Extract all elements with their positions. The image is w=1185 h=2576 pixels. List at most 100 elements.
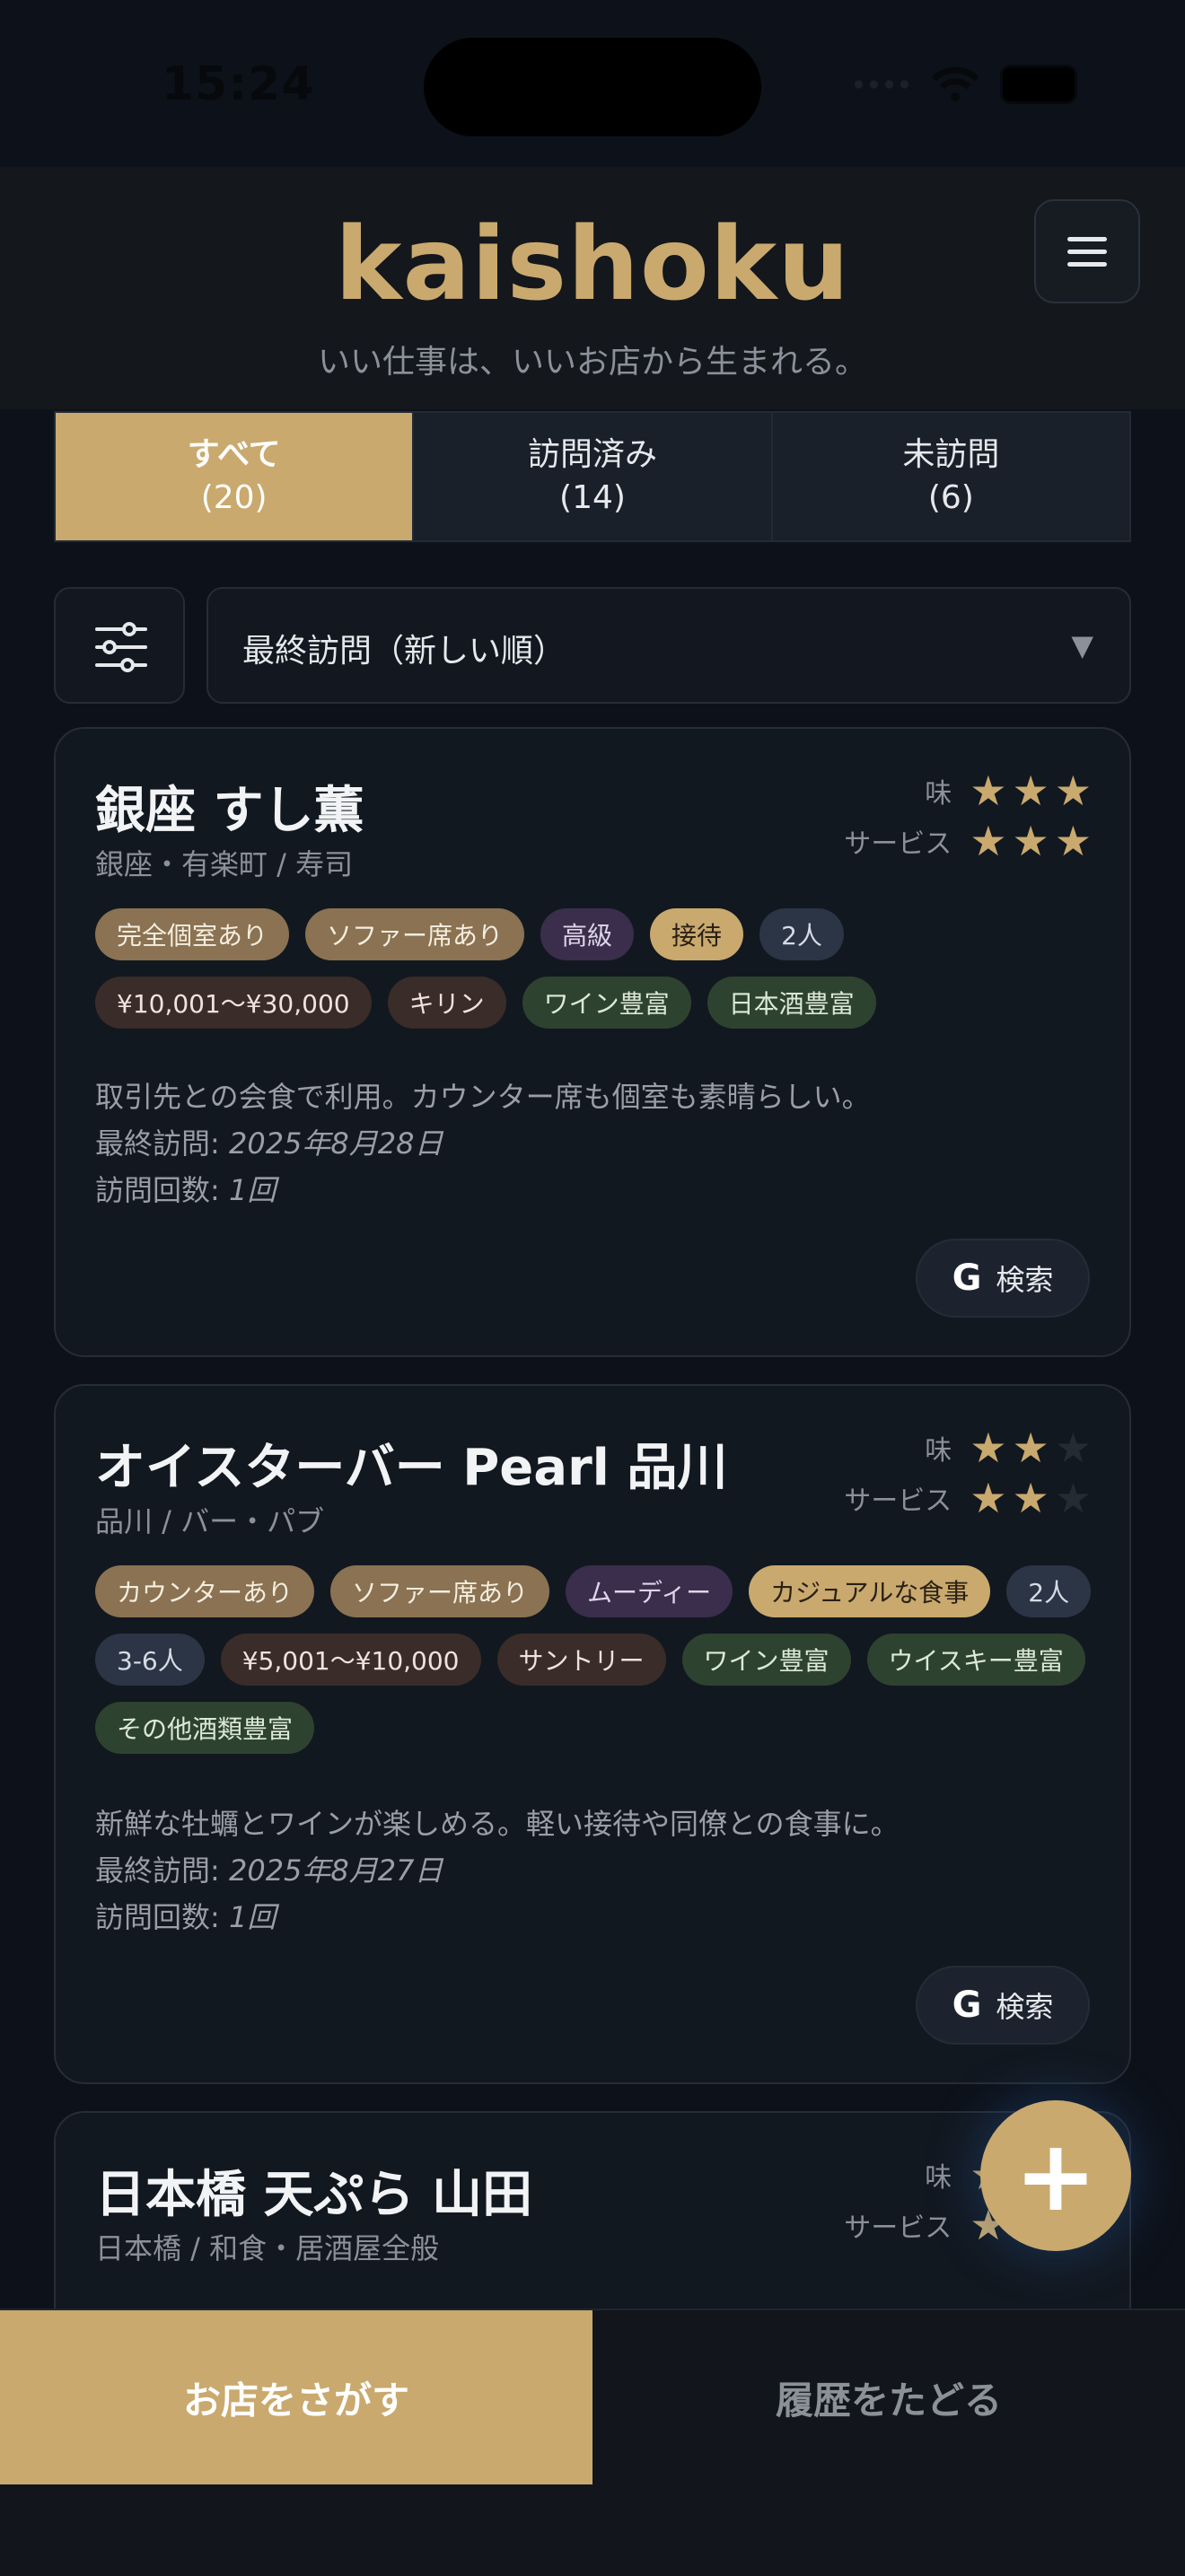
dynamic-island: [424, 38, 761, 136]
visit-count-value: 1回: [228, 1900, 276, 1934]
tab-count: (14): [559, 479, 626, 516]
tag: 高級: [540, 908, 635, 960]
restaurant-location: 品川 / バー・パブ: [95, 1504, 325, 1538]
visit-count: 訪問回数: 1回: [95, 1900, 276, 1934]
sort-select[interactable]: 最終訪問（新しい順） ▼: [206, 587, 1131, 704]
tag-list: 完全個室あり ソファー席あり 高級 接待 2人 ¥10,001～¥30,000 …: [95, 908, 1093, 1029]
tab-visited[interactable]: 訪問済み (14): [412, 413, 771, 540]
tag: ソファー席あり: [330, 1565, 550, 1617]
tag: ¥5,001～¥10,000: [220, 1634, 481, 1686]
star-empty-icon: ★: [1054, 1474, 1092, 1522]
tag: 2人: [1006, 1565, 1092, 1617]
app-header: kaishoku いい仕事は、いいお店から生まれる。: [0, 167, 1185, 409]
tag: ワイン豊富: [681, 1634, 851, 1686]
taste-label: 味: [925, 1435, 952, 1467]
hamburger-menu-icon: [1067, 236, 1107, 241]
hamburger-menu-button[interactable]: [1034, 199, 1140, 303]
last-visit: 最終訪問: 2025年8月28日: [95, 1126, 443, 1161]
taste-rating: 味 ★ ★ ★: [925, 770, 1092, 811]
restaurant-name: 日本橋 天ぷら 山田: [95, 2166, 532, 2224]
sort-select-value: 最終訪問（新しい順）: [242, 633, 566, 670]
restaurant-name: 銀座 すし薫: [95, 782, 364, 840]
tab-count: (6): [927, 479, 974, 516]
service-rating: サービス ★ ★ ★: [844, 820, 1092, 862]
taste-rating: 味 ★ ★ ★: [925, 1427, 1092, 1468]
tag: 3-6人: [95, 1634, 205, 1686]
restaurant-card[interactable]: オイスターバー Pearl 品川 品川 / バー・パブ 味 ★ ★ ★ サービス…: [54, 1384, 1131, 2084]
tag: カジュアルな食事: [749, 1565, 991, 1617]
service-label: サービス: [844, 2212, 952, 2244]
bottom-navigation: お店をさがす 履歴をたどる: [0, 2309, 1185, 2576]
tag: カウンターあり: [95, 1565, 315, 1617]
taste-label: 味: [925, 778, 952, 810]
google-icon: G: [952, 1257, 982, 1299]
filter-button[interactable]: [54, 587, 185, 704]
tag: ¥10,001～¥30,000: [95, 977, 372, 1029]
battery-icon: [1000, 65, 1077, 104]
taste-label: 味: [925, 2162, 952, 2194]
nav-history[interactable]: 履歴をたどる: [592, 2310, 1185, 2484]
tab-label: 訪問済み: [527, 436, 657, 473]
star-icon: ★: [1054, 767, 1092, 815]
tag: 接待: [650, 908, 744, 960]
last-visit-date: 2025年8月28日: [228, 1126, 443, 1161]
sliders-icon: [95, 622, 147, 672]
star-icon: ★: [970, 817, 1007, 865]
tag: ウイスキー豊富: [866, 1634, 1085, 1686]
google-search-button[interactable]: G 検索: [916, 1966, 1090, 2045]
star-icon: ★: [1012, 1474, 1049, 1522]
tab-label: すべて: [187, 436, 281, 473]
tag: 2人: [759, 908, 844, 960]
search-button-label: 検索: [996, 1990, 1054, 2024]
tab-unvisited[interactable]: 未訪問 (6): [770, 413, 1129, 540]
star-icon: ★: [1012, 1424, 1049, 1472]
last-visit: 最終訪問: 2025年8月27日: [95, 1853, 443, 1888]
restaurant-location: 銀座・有楽町 / 寿司: [95, 847, 354, 881]
tag: キリン: [387, 977, 506, 1029]
restaurant-notes: 取引先との会食で利用。カウンター席も個室も素晴らしい。 最終訪問: 2025年8…: [95, 1073, 871, 1214]
tag: ワイン豊富: [522, 977, 691, 1029]
google-search-button[interactable]: G 検索: [916, 1239, 1090, 1318]
restaurant-name: オイスターバー Pearl 品川: [95, 1439, 728, 1497]
tag: 日本酒豊富: [707, 977, 876, 1029]
tag: サントリー: [496, 1634, 666, 1686]
star-icon: ★: [1054, 817, 1092, 865]
tag: ソファー席あり: [305, 908, 525, 960]
star-icon: ★: [970, 1424, 1007, 1472]
restaurant-location: 日本橋 / 和食・居酒屋全般: [95, 2231, 440, 2265]
star-icon: ★: [970, 1474, 1007, 1522]
add-restaurant-button[interactable]: +: [980, 2100, 1131, 2251]
restaurant-comment: 新鮮な牡蠣とワインが楽しめる。軽い接待や同僚との食事に。: [95, 1807, 900, 1841]
google-icon: G: [952, 1985, 982, 2026]
restaurant-card[interactable]: 銀座 すし薫 銀座・有楽町 / 寿司 味 ★ ★ ★ サービス ★ ★ ★ 完全…: [54, 727, 1131, 1357]
visit-count-value: 1回: [228, 1173, 276, 1207]
tab-count: (20): [200, 479, 268, 516]
last-visit-date: 2025年8月27日: [228, 1853, 443, 1888]
tag: 完全個室あり: [95, 908, 290, 960]
service-label: サービス: [844, 1485, 952, 1517]
star-icon: ★: [1012, 817, 1049, 865]
tab-all[interactable]: すべて (20): [56, 413, 413, 540]
signal-icon: [851, 80, 910, 89]
status-bar: 15:24: [0, 0, 1185, 167]
service-rating: サービス ★ ★ ★: [844, 1477, 1092, 1519]
service-label: サービス: [844, 828, 952, 860]
tag-list: カウンターあり ソファー席あり ムーディー カジュアルな食事 2人 3-6人 ¥…: [95, 1565, 1093, 1754]
tab-label: 未訪問: [902, 436, 1000, 473]
star-empty-icon: ★: [1054, 1424, 1092, 1472]
nav-search-shops[interactable]: お店をさがす: [0, 2310, 592, 2484]
dropdown-arrow-icon: ▼: [1071, 628, 1093, 662]
star-icon: ★: [970, 767, 1007, 815]
restaurant-notes: 新鮮な牡蠣とワインが楽しめる。軽い接待や同僚との食事に。 最終訪問: 2025年…: [95, 1801, 900, 1941]
app-tagline: いい仕事は、いいお店から生まれる。: [317, 344, 867, 381]
status-time: 15:24: [162, 57, 315, 111]
search-button-label: 検索: [996, 1263, 1054, 1297]
tag: その他酒類豊富: [95, 1702, 315, 1754]
wifi-icon: [931, 66, 979, 101]
star-icon: ★: [1012, 767, 1049, 815]
app-title: kaishoku: [334, 206, 850, 323]
tag: ムーディー: [566, 1565, 733, 1617]
restaurant-comment: 取引先との会食で利用。カウンター席も個室も素晴らしい。: [95, 1080, 871, 1114]
visit-filter-tabs: すべて (20) 訪問済み (14) 未訪問 (6): [54, 411, 1131, 542]
visit-count: 訪問回数: 1回: [95, 1173, 276, 1207]
